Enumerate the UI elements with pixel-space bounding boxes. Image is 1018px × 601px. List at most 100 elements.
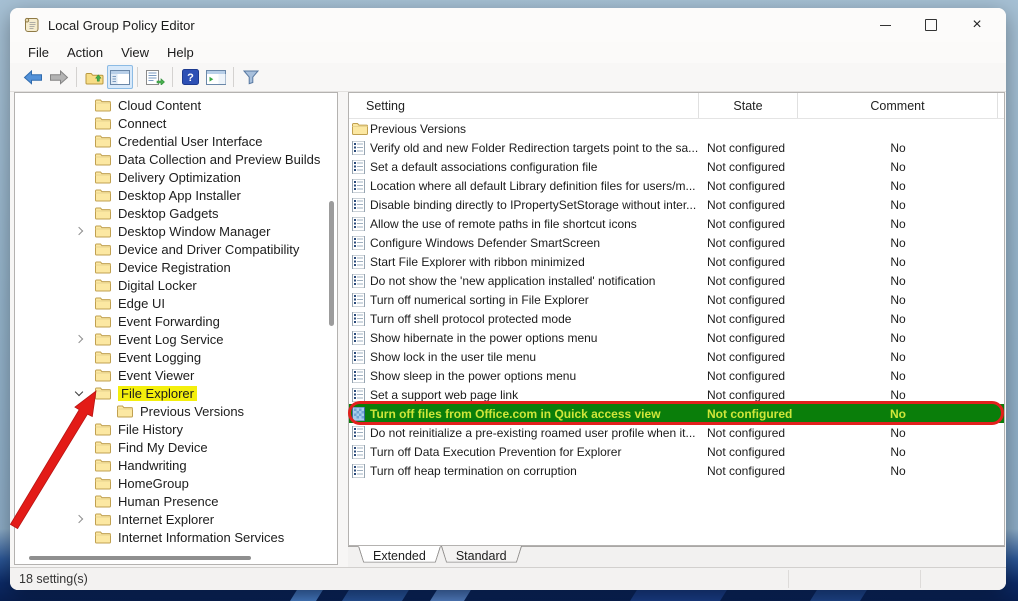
- tree-item-desktop-app-installer[interactable]: Desktop App Installer: [15, 186, 337, 204]
- column-header-comment[interactable]: Comment: [798, 93, 998, 118]
- list-row-setting[interactable]: Set a support web page link Not configure…: [349, 385, 1004, 404]
- up-one-level-button[interactable]: [81, 65, 107, 89]
- setting-name: Do not reinitialize a pre-existing roame…: [370, 425, 696, 440]
- list-row-setting[interactable]: Turn off shell protocol protected mode No…: [349, 309, 1004, 328]
- tree-item-previous-versions[interactable]: Previous Versions: [15, 402, 337, 420]
- policy-setting-icon: [352, 425, 365, 440]
- tree-item-delivery-optimization[interactable]: Delivery Optimization: [15, 168, 337, 186]
- column-header-setting[interactable]: Setting: [349, 93, 699, 118]
- toolbar-separator: [172, 67, 173, 87]
- tree-item-credential-user-interface[interactable]: Credential User Interface: [15, 132, 337, 150]
- tree-item-find-my-device[interactable]: Find My Device: [15, 438, 337, 456]
- chevron-right-icon[interactable]: [73, 514, 95, 524]
- maximize-button[interactable]: [908, 8, 954, 42]
- tab-standard[interactable]: Standard: [441, 546, 522, 565]
- tree-vertical-scrollbar[interactable]: [329, 201, 334, 326]
- filter-button[interactable]: [238, 65, 264, 89]
- chevron-down-icon[interactable]: [73, 387, 95, 396]
- tree-item-edge-ui[interactable]: Edge UI: [15, 294, 337, 312]
- tree-item-label: Internet Information Services: [118, 529, 285, 545]
- tree-item-desktop-window-manager[interactable]: Desktop Window Manager: [15, 222, 337, 240]
- tree-item-file-explorer[interactable]: File Explorer: [15, 384, 337, 402]
- setting-state: Not configured: [707, 159, 786, 174]
- list-row-setting[interactable]: Turn off numerical sorting in File Explo…: [349, 290, 1004, 309]
- chevron-right-icon[interactable]: [73, 226, 95, 236]
- list-row-setting[interactable]: Turn off heap termination on corruption N…: [349, 461, 1004, 480]
- setting-comment: No: [890, 406, 906, 421]
- setting-name: Do not show the 'new application install…: [370, 273, 656, 288]
- list-row-setting[interactable]: Set a default associations configuration…: [349, 157, 1004, 176]
- list-row-setting[interactable]: Location where all default Library defin…: [349, 176, 1004, 195]
- tree-item-human-presence[interactable]: Human Presence: [15, 492, 337, 510]
- setting-state: Not configured: [707, 254, 786, 269]
- settings-rows: Previous Versions Verify old and new Fold…: [349, 119, 1004, 480]
- list-row-setting[interactable]: Turn off Data Execution Prevention for E…: [349, 442, 1004, 461]
- tree-item-digital-locker[interactable]: Digital Locker: [15, 276, 337, 294]
- list-row-setting[interactable]: Show hibernate in the power options menu…: [349, 328, 1004, 347]
- help-button[interactable]: ?: [177, 65, 203, 89]
- list-row-setting[interactable]: Show lock in the user tile menu Not confi…: [349, 347, 1004, 366]
- folder-icon: [117, 405, 133, 418]
- list-row-setting[interactable]: Start File Explorer with ribbon minimize…: [349, 252, 1004, 271]
- tree-item-event-forwarding[interactable]: Event Forwarding: [15, 312, 337, 330]
- menu-help[interactable]: Help: [158, 44, 203, 61]
- folder-icon: [95, 369, 111, 382]
- back-button[interactable]: [20, 65, 46, 89]
- tree-item-event-log-service[interactable]: Event Log Service: [15, 330, 337, 348]
- folder-icon: [95, 423, 111, 436]
- tree-item-label: Previous Versions: [140, 403, 245, 419]
- status-bar: 18 setting(s): [10, 567, 1006, 590]
- list-row-setting[interactable]: Show sleep in the power options menu Not …: [349, 366, 1004, 385]
- tree-item-data-collection-and-preview-builds[interactable]: Data Collection and Preview Builds: [15, 150, 337, 168]
- tree-horizontal-scrollbar[interactable]: [29, 556, 251, 560]
- folder-icon: [95, 495, 111, 508]
- menu-action[interactable]: Action: [58, 44, 112, 61]
- chevron-right-icon[interactable]: [73, 334, 95, 344]
- list-row-setting[interactable]: Disable binding directly to IPropertySet…: [349, 195, 1004, 214]
- list-row-setting[interactable]: Verify old and new Folder Redirection ta…: [349, 138, 1004, 157]
- export-list-button[interactable]: [142, 65, 168, 89]
- tree-item-desktop-gadgets[interactable]: Desktop Gadgets: [15, 204, 337, 222]
- tree-item-event-viewer[interactable]: Event Viewer: [15, 366, 337, 384]
- setting-comment: No: [890, 178, 906, 193]
- tree-item-label: File History: [118, 421, 184, 437]
- list-row-setting[interactable]: Do not show the 'new application install…: [349, 271, 1004, 290]
- folder-icon: [95, 297, 111, 310]
- setting-name: Set a support web page link: [370, 387, 519, 402]
- setting-state: Not configured: [707, 368, 786, 383]
- policy-setting-icon: [352, 349, 365, 364]
- setting-name: Show lock in the user tile menu: [370, 349, 537, 364]
- tree-item-event-logging[interactable]: Event Logging: [15, 348, 337, 366]
- list-row-setting[interactable]: Turn off files from Office.com in Quick …: [349, 404, 1004, 423]
- show-action-pane-button[interactable]: [203, 65, 229, 89]
- close-button[interactable]: ×: [954, 8, 1000, 42]
- menu-file[interactable]: File: [19, 44, 58, 61]
- menu-view[interactable]: View: [112, 44, 158, 61]
- folder-icon: [95, 513, 111, 526]
- setting-state: Not configured: [707, 444, 786, 459]
- column-header-state[interactable]: State: [699, 93, 798, 118]
- list-row-setting[interactable]: Allow the use of remote paths in file sh…: [349, 214, 1004, 233]
- tree-item-file-history[interactable]: File History: [15, 420, 337, 438]
- tree-item-connect[interactable]: Connect: [15, 114, 337, 132]
- minimize-button[interactable]: [862, 8, 908, 42]
- list-row-setting[interactable]: Do not reinitialize a pre-existing roame…: [349, 423, 1004, 442]
- tree-item-device-registration[interactable]: Device Registration: [15, 258, 337, 276]
- setting-state: Not configured: [707, 349, 786, 364]
- tree-item-handwriting[interactable]: Handwriting: [15, 456, 337, 474]
- tree-item-device-and-driver-compatibility[interactable]: Device and Driver Compatibility: [15, 240, 337, 258]
- tree-item-homegroup[interactable]: HomeGroup: [15, 474, 337, 492]
- show-console-tree-button[interactable]: [107, 65, 133, 89]
- forward-button[interactable]: [46, 65, 72, 89]
- list-row-setting[interactable]: Configure Windows Defender SmartScreen No…: [349, 233, 1004, 252]
- tab-extended[interactable]: Extended: [358, 546, 441, 565]
- forward-icon: [49, 69, 69, 85]
- policy-setting-icon: [352, 368, 365, 383]
- tree-item-cloud-content[interactable]: Cloud Content: [15, 96, 337, 114]
- tree-item-internet-explorer[interactable]: Internet Explorer: [15, 510, 337, 528]
- list-row-folder[interactable]: Previous Versions: [349, 119, 1004, 138]
- setting-comment: No: [890, 254, 906, 269]
- folder-icon: [95, 351, 111, 364]
- setting-state: Not configured: [707, 406, 793, 421]
- tree-item-internet-information-services[interactable]: Internet Information Services: [15, 528, 337, 546]
